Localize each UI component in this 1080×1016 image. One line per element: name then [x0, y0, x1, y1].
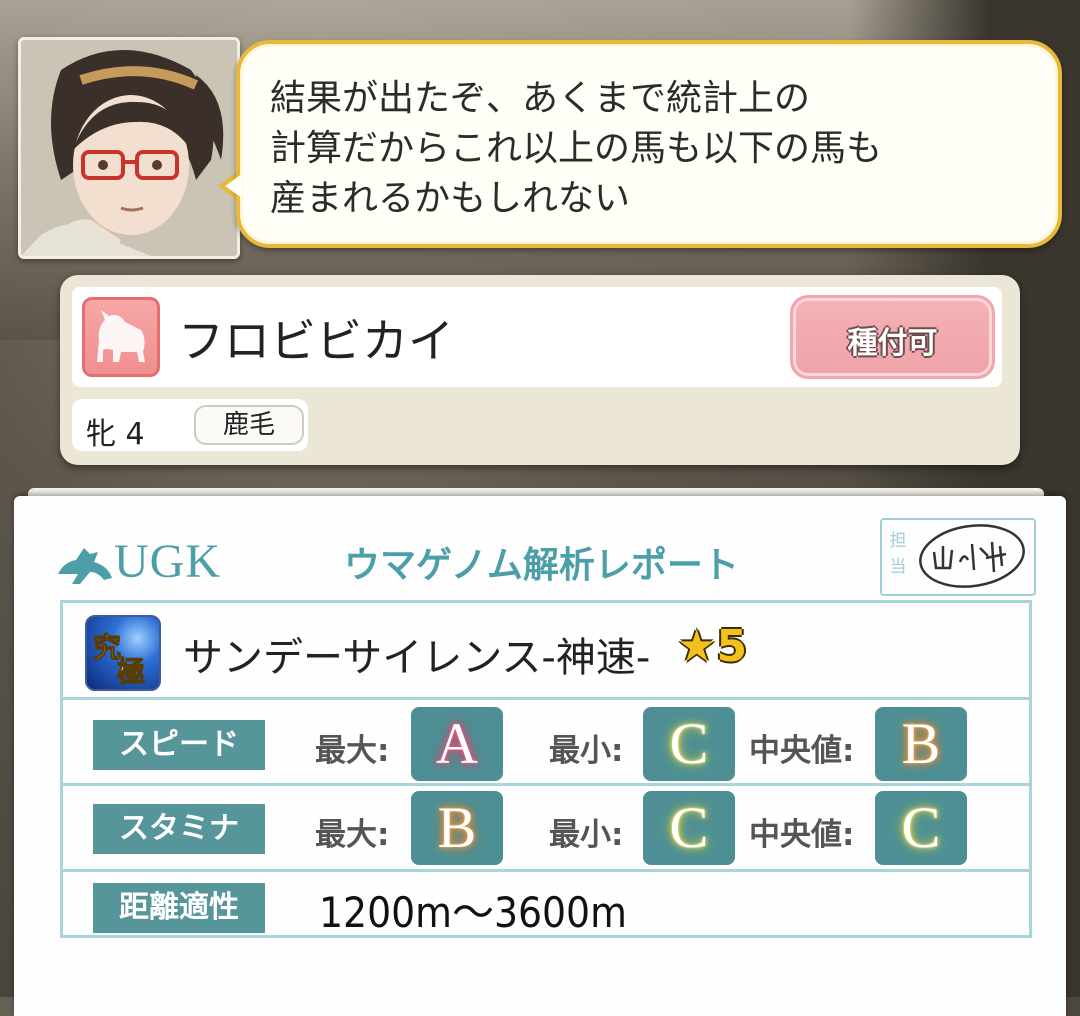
- horse-sex-age: 牝 4: [86, 417, 145, 452]
- row-divider: [63, 783, 1029, 786]
- speed-median-grade: B: [875, 707, 967, 781]
- speed-median-key: 中央値:: [749, 733, 855, 769]
- horse-attributes: 牝 4 鹿毛: [72, 399, 308, 452]
- distance-value: 1200m〜3600m: [319, 888, 627, 937]
- dialog-message: 結果が出たぞ、あくまで統計上の 計算だからこれ以上の馬も以下の馬も 産まれるかも…: [270, 78, 883, 219]
- stamina-min-grade: C: [643, 791, 735, 865]
- stamina-median-key: 中央値:: [749, 817, 855, 853]
- factor-rarity: ★5: [677, 621, 747, 672]
- speed-min-grade: C: [643, 707, 735, 781]
- horse-mare-icon: [82, 297, 160, 377]
- horse-name-box: フロビビカイ 種付可: [72, 287, 1002, 387]
- bubble-tail-inner: [225, 174, 242, 198]
- speed-max-grade: A: [411, 707, 503, 781]
- horse-jockey-icon: [58, 548, 112, 584]
- ugk-logo: UGK: [54, 534, 224, 590]
- woman-with-glasses-portrait-icon: [21, 40, 237, 256]
- stamina-median-grade: C: [875, 791, 967, 865]
- distance-label: 距離適性: [93, 883, 265, 933]
- staff-stamp-box: 担当: [880, 518, 1036, 596]
- stamina-label: スタミナ: [93, 804, 265, 854]
- genome-result-box: 究 極 サンデーサイレンス-神速- ★5 スピード 最大: A 最小: C 中央…: [60, 600, 1032, 938]
- svg-text:極: 極: [117, 655, 145, 688]
- genome-report: UGK ウマゲノム解析レポート 担当 究 極 サンデーサイレンス-神速- ★5 …: [14, 496, 1066, 1016]
- star-icon: ★: [677, 621, 717, 672]
- ugk-logo-text: UGK: [114, 535, 221, 588]
- horse-name: フロビビカイ: [178, 314, 454, 368]
- star-count: 5: [716, 621, 748, 672]
- factor-name: サンデーサイレンス-神速-: [183, 635, 651, 681]
- speaker-portrait: [18, 37, 240, 259]
- speed-label: スピード: [93, 720, 265, 770]
- coat-color-badge: 鹿毛: [194, 405, 304, 445]
- speed-max-key: 最大:: [315, 733, 390, 769]
- breedable-button[interactable]: 種付可: [790, 295, 995, 379]
- stamina-min-key: 最小:: [549, 817, 624, 853]
- speed-min-key: 最小:: [549, 733, 624, 769]
- row-divider: [63, 869, 1029, 872]
- row-divider: [63, 697, 1029, 700]
- stamina-max-grade: B: [411, 791, 503, 865]
- signature-stamp-icon: [919, 524, 1025, 588]
- speech-bubble[interactable]: 結果が出たぞ、あくまで統計上の 計算だからこれ以上の馬も以下の馬も 産まれるかも…: [236, 40, 1062, 248]
- staff-stamp-label: 担当: [889, 531, 907, 577]
- horse-info-panel: フロビビカイ 種付可 牝 4 鹿毛: [60, 275, 1020, 465]
- stamina-max-key: 最大:: [315, 817, 390, 853]
- kyuukyoku-factor-icon: 究 極: [85, 615, 161, 691]
- report-title: ウマゲノム解析レポート: [344, 545, 739, 586]
- breedable-label: 種付可: [847, 326, 938, 361]
